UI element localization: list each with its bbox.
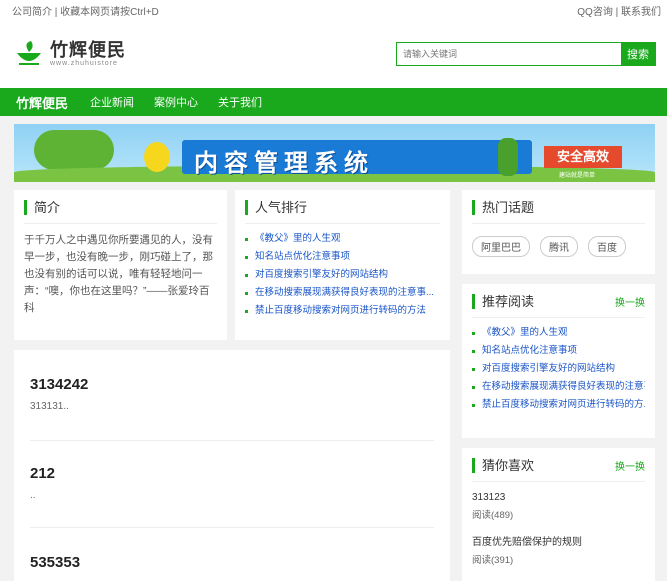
post-title[interactable]: 3134242	[30, 376, 434, 393]
main-nav: 竹辉便民 企业新闻 案例中心 关于我们	[0, 88, 667, 116]
list-item[interactable]: 禁止百度移动搜索对网页进行转码的方法	[245, 302, 440, 320]
guess-card: 猜你喜欢 换一换 313123 阅读(489) 百度优先赔偿保护的规则 阅读(3…	[462, 448, 655, 581]
chick-illustration	[144, 142, 170, 172]
top-bar-left-links[interactable]: 公司简介 | 收藏本网页请按Ctrl+D	[12, 3, 159, 18]
topic-tag[interactable]: 百度	[588, 236, 626, 257]
intro-card: 简介 于千万人之中遇见你所要遇见的人，没有早一步，也没有晚一步，刚巧碰上了，那也…	[14, 190, 227, 340]
hot-topics-title: 热门话题	[472, 200, 534, 215]
recommend-title: 推荐阅读	[472, 294, 534, 309]
top-bar: 公司简介 | 收藏本网页请按Ctrl+D QQ咨询 | 联系我们	[0, 0, 667, 20]
list-item[interactable]: 知名站点优化注意事项	[245, 248, 440, 266]
list-item[interactable]: 《教父》里的人生观	[245, 230, 440, 248]
list-item[interactable]: 百度优先赔偿保护的规则 阅读(391)	[472, 533, 645, 566]
recommend-card: 推荐阅读 换一换 《教父》里的人生观 知名站点优化注意事项 对百度搜索引擎友好的…	[462, 284, 655, 438]
site-logo[interactable]: 竹辉便民 www.zhuhuistore	[14, 40, 126, 67]
nav-brand[interactable]: 竹辉便民	[16, 93, 68, 112]
popular-card: 人气排行 《教父》里的人生观 知名站点优化注意事项 对百度搜索引擎友好的网站结构…	[235, 190, 450, 340]
topic-tag[interactable]: 腾讯	[540, 236, 578, 257]
list-item[interactable]: 知名站点优化注意事项	[472, 342, 645, 360]
search-input[interactable]	[397, 43, 621, 65]
popular-title: 人气排行	[245, 200, 307, 215]
post-item[interactable]: 212 ..	[14, 465, 450, 501]
divider	[30, 440, 434, 441]
list-item[interactable]: 在移动搜索展现满获得良好表现的注意事...	[472, 378, 645, 396]
guess-item-title[interactable]: 313123	[472, 492, 645, 503]
refresh-link[interactable]: 换一换	[615, 294, 645, 309]
guess-list: 313123 阅读(489) 百度优先赔偿保护的规则 阅读(391)	[462, 482, 655, 566]
guess-item-title[interactable]: 百度优先赔偿保护的规则	[472, 533, 645, 548]
top-bar-right-links[interactable]: QQ咨询 | 联系我们	[577, 3, 661, 18]
list-item[interactable]: 《教父》里的人生观	[472, 324, 645, 342]
intro-title: 简介	[24, 200, 60, 215]
post-item[interactable]: 3134242 313131..	[14, 376, 450, 412]
logo-subtitle: www.zhuhuistore	[50, 60, 118, 67]
topic-tag[interactable]: 阿里巴巴	[472, 236, 530, 257]
post-desc: 313131..	[30, 401, 69, 412]
leaf-cup-icon	[17, 40, 41, 65]
site-header: 竹辉便民 www.zhuhuistore 搜索	[0, 20, 667, 88]
hot-topics-card: 热门话题 阿里巴巴 腾讯 百度	[462, 190, 655, 274]
guess-title: 猜你喜欢	[472, 458, 534, 473]
nav-item-about[interactable]: 关于我们	[218, 94, 262, 110]
list-item[interactable]: 对百度搜索引擎友好的网站结构	[245, 266, 440, 284]
list-item[interactable]: 在移动搜索展现满获得良好表现的注意事...	[245, 284, 440, 302]
post-title[interactable]: 535353	[30, 554, 434, 571]
list-item[interactable]: 313123 阅读(489)	[472, 492, 645, 521]
banner-badge: 安全高效	[544, 146, 622, 168]
logo-name: 竹辉便民	[50, 40, 126, 60]
guess-item-reads: 阅读(489)	[472, 510, 514, 521]
recommend-list: 《教父》里的人生观 知名站点优化注意事项 对百度搜索引擎友好的网站结构 在移动搜…	[462, 318, 655, 414]
guess-item-reads: 阅读(391)	[472, 555, 514, 566]
hero-banner[interactable]: 内容管理系统 安全高效 建站就是简单	[14, 124, 655, 182]
nav-item-news[interactable]: 企业新闻	[90, 94, 134, 110]
banner-title: 内容管理系统	[194, 149, 374, 177]
tree-illustration	[34, 130, 114, 170]
post-desc: ..	[30, 490, 36, 501]
divider	[30, 527, 434, 528]
topic-tags: 阿里巴巴 腾讯 百度	[462, 224, 655, 269]
search-bar: 搜索	[396, 42, 656, 66]
girl-illustration	[498, 138, 518, 176]
post-title[interactable]: 212	[30, 465, 434, 482]
posts-card: 3134242 313131.. 212 .. 535353	[14, 350, 450, 581]
search-button[interactable]: 搜索	[621, 43, 655, 65]
intro-text: 于千万人之中遇见你所要遇见的人，没有早一步，也没有晚一步，刚巧碰上了，那也没有别…	[24, 234, 213, 314]
refresh-link[interactable]: 换一换	[615, 458, 645, 473]
list-item[interactable]: 对百度搜索引擎友好的网站结构	[472, 360, 645, 378]
popular-list: 《教父》里的人生观 知名站点优化注意事项 对百度搜索引擎友好的网站结构 在移动搜…	[235, 224, 450, 320]
list-item[interactable]: 禁止百度移动搜索对网页进行转码的方...	[472, 396, 645, 414]
post-item[interactable]: 535353	[14, 554, 450, 571]
banner-hint: 建站就是简单	[559, 173, 596, 179]
nav-item-cases[interactable]: 案例中心	[154, 94, 198, 110]
